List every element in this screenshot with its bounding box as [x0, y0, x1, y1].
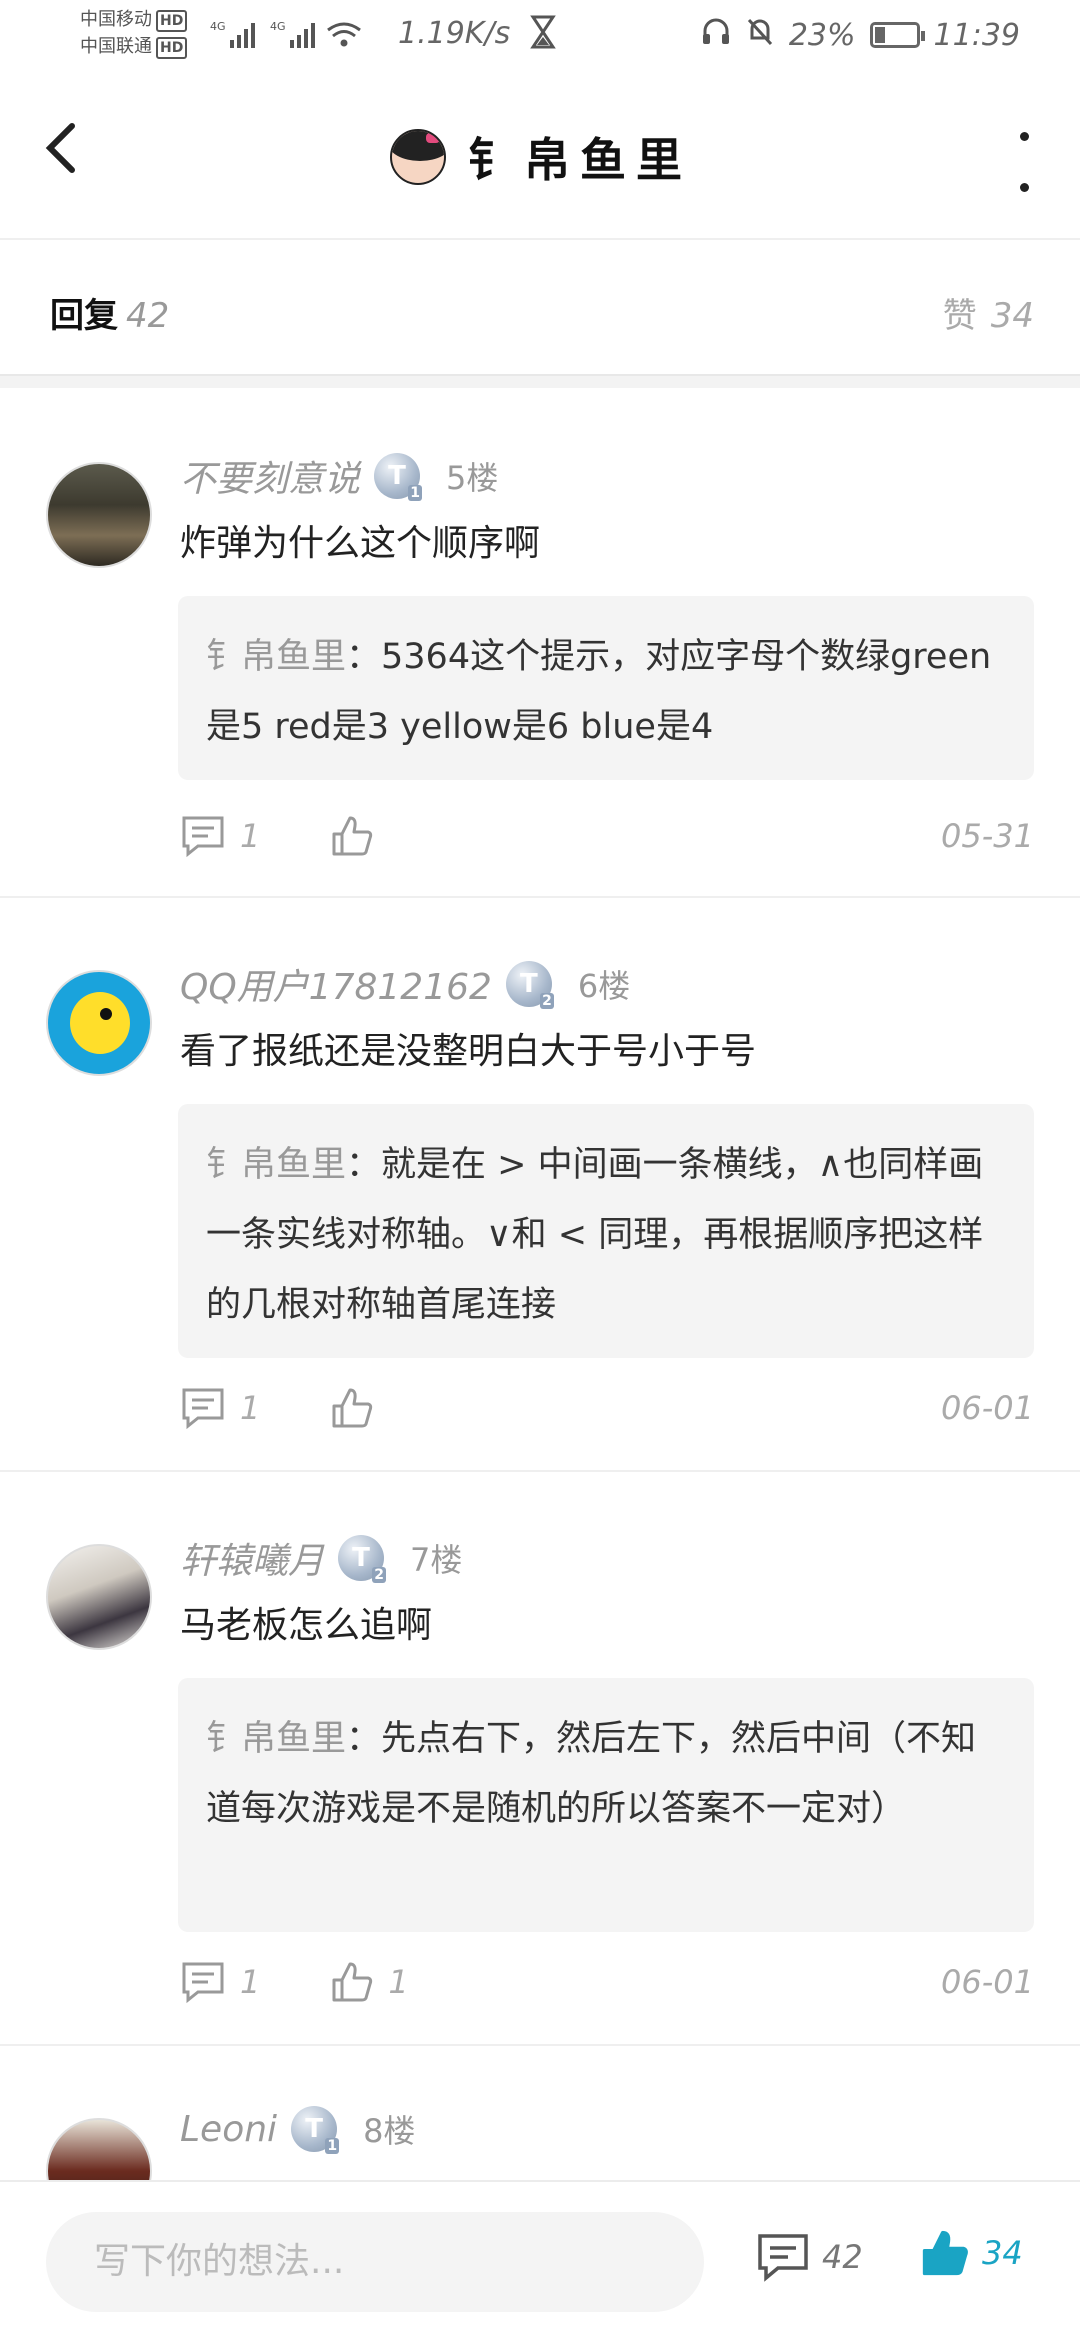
- thumbs-up-icon: [922, 2230, 968, 2276]
- section-divider: [0, 374, 1080, 388]
- like-button[interactable]: [330, 1386, 388, 1430]
- level-badge-icon: T2: [338, 1535, 387, 1583]
- floor-number: 7楼: [410, 1541, 463, 1579]
- thumbs-up-icon: [332, 1962, 373, 2002]
- back-button[interactable]: [40, 118, 100, 188]
- like-count: 1: [388, 1963, 409, 2001]
- likes-label: 赞: [942, 296, 977, 336]
- comment-item: QQ用户17812162 T2 6楼 看了报纸还是没整明白大于号小于号 钅帛鱼里…: [0, 898, 1080, 1472]
- level-badge-icon: T1: [374, 453, 423, 501]
- clock: 11:39: [933, 17, 1020, 53]
- likes-tab[interactable]: 赞 34: [943, 288, 1034, 337]
- comment-actions: 1 05-31: [180, 806, 1034, 866]
- like-post-button[interactable]: 34: [920, 2228, 1023, 2278]
- hd-badge: HD: [156, 37, 188, 59]
- reply-author[interactable]: 钅帛鱼里: [206, 1145, 346, 1185]
- reply-quote[interactable]: 钅帛鱼里：先点右下，然后左下，然后中间（不知道每次游戏是不是随机的所以答案不一定…: [178, 1678, 1034, 1932]
- hd-badge: HD: [156, 10, 188, 32]
- comment-text: 看了报纸还是没整明白大于号小于号: [180, 1031, 757, 1072]
- author-title[interactable]: 钅帛鱼里: [390, 124, 692, 190]
- comment-date: 05-31: [941, 817, 1034, 855]
- username[interactable]: Leoni: [180, 2109, 277, 2150]
- network-type-1: 4G: [210, 20, 226, 33]
- bottom-bar: 写下你的想法... 42 34: [0, 2180, 1080, 2340]
- comment-meta: 不要刻意说 T1 5楼: [180, 450, 498, 502]
- username[interactable]: QQ用户17812162: [180, 958, 492, 1010]
- headphones-icon: [701, 16, 731, 54]
- status-bar: 中国移动 HD 中国联通 HD 4G 4G 1.19K/s 23% 11:39: [0, 0, 1080, 72]
- username[interactable]: 不要刻意说: [180, 450, 360, 502]
- reply-button[interactable]: 1: [180, 1386, 260, 1430]
- floor-number: 5楼: [446, 459, 499, 497]
- reply-quote[interactable]: 钅帛鱼里：就是在 > 中间画一条横线，∧也同样画一条实线对称轴。∨和 < 同理，…: [178, 1104, 1034, 1358]
- page-title: 钅帛鱼里: [468, 133, 692, 187]
- reply-summary-bar: 回复 42 赞 34: [0, 250, 1080, 370]
- reply-count: 1: [240, 1389, 261, 1427]
- reply-author[interactable]: 钅帛鱼里: [206, 637, 346, 677]
- level-badge-icon: T1: [291, 2106, 340, 2154]
- comment-meta: QQ用户17812162 T2 6楼: [180, 958, 630, 1010]
- like-button[interactable]: [330, 814, 388, 858]
- level-badge-icon: T2: [505, 961, 554, 1009]
- chevron-left-icon: [45, 123, 75, 173]
- signal-icons: 4G 4G: [210, 18, 380, 62]
- network-speed: 1.19K/s: [398, 16, 511, 51]
- username[interactable]: 轩辕曦月: [180, 1532, 324, 1584]
- battery-percent: 23%: [788, 17, 856, 53]
- mute-bell-icon: [745, 16, 775, 54]
- thumbs-up-icon: [332, 816, 373, 856]
- comment-bubble-icon: [182, 816, 224, 858]
- header-divider: [0, 238, 1080, 240]
- comment-text: 马老板怎么追啊: [180, 1605, 433, 1646]
- avatar[interactable]: [46, 1544, 152, 1650]
- battery-icon: [869, 22, 925, 48]
- top-nav: 钅帛鱼里: [0, 88, 1080, 238]
- comment-bubble-icon: [758, 2234, 808, 2282]
- more-options-button[interactable]: [1014, 132, 1034, 192]
- comment-list: 不要刻意说 T1 5楼 炸弹为什么这个顺序啊 钅帛鱼里：5364这个提示，对应字…: [0, 390, 1080, 2180]
- more-dot-icon: [1019, 132, 1029, 141]
- comment-meta: Leoni T1 8楼: [180, 2106, 416, 2154]
- comment-item: 轩辕曦月 T2 7楼 马老板怎么追啊 钅帛鱼里：先点右下，然后左下，然后中间（不…: [0, 1472, 1080, 2046]
- comment-bubble-icon: [182, 1962, 224, 2004]
- carrier-2: 中国联通: [80, 36, 152, 57]
- reply-count: 1: [240, 1963, 261, 2001]
- avatar[interactable]: [46, 462, 152, 568]
- comment-meta: 轩辕曦月 T2 7楼: [180, 1532, 462, 1584]
- floor-number: 8楼: [363, 2112, 416, 2150]
- replies-tab[interactable]: 回复 42: [50, 288, 169, 337]
- comment-count: 42: [822, 2238, 863, 2276]
- comment-bubble-icon: [182, 1388, 224, 1430]
- comment-item: 不要刻意说 T1 5楼 炸弹为什么这个顺序啊 钅帛鱼里：5364这个提示，对应字…: [0, 390, 1080, 898]
- reply-count: 1: [240, 817, 261, 855]
- like-button[interactable]: 1: [330, 1960, 409, 2004]
- reply-button[interactable]: 1: [180, 1960, 260, 2004]
- comment-text: 炸弹为什么这个顺序啊: [180, 523, 541, 564]
- replies-count: 42: [126, 296, 170, 336]
- avatar[interactable]: [46, 2118, 152, 2180]
- comment-date: 06-01: [941, 1963, 1034, 2001]
- comment-input[interactable]: 写下你的想法...: [46, 2212, 704, 2312]
- reply-button[interactable]: 1: [180, 814, 260, 858]
- carrier-info: 中国移动 HD 中国联通 HD: [80, 6, 188, 60]
- hourglass-icon: [530, 14, 556, 58]
- thumbs-up-icon: [332, 1388, 373, 1428]
- comments-button[interactable]: 42: [756, 2232, 863, 2282]
- author-avatar: [390, 129, 446, 185]
- reply-author[interactable]: 钅帛鱼里: [206, 1719, 346, 1759]
- more-dot-icon: [1019, 183, 1029, 192]
- avatar[interactable]: [46, 970, 152, 1076]
- network-type-2: 4G: [270, 20, 286, 33]
- like-count: 34: [982, 2234, 1023, 2272]
- replies-label: 回复: [50, 296, 118, 336]
- comment-actions: 1 06-01: [180, 1378, 1034, 1438]
- comment-actions: 1 1 06-01: [180, 1952, 1034, 2012]
- comment-item: Leoni T1 8楼: [0, 2046, 1080, 2180]
- reply-quote[interactable]: 钅帛鱼里：5364这个提示，对应字母个数绿green是5 red是3 yello…: [178, 596, 1034, 780]
- floor-number: 6楼: [577, 967, 631, 1005]
- likes-count: 34: [990, 296, 1034, 336]
- comment-date: 06-01: [941, 1389, 1034, 1427]
- carrier-1: 中国移动: [80, 9, 152, 30]
